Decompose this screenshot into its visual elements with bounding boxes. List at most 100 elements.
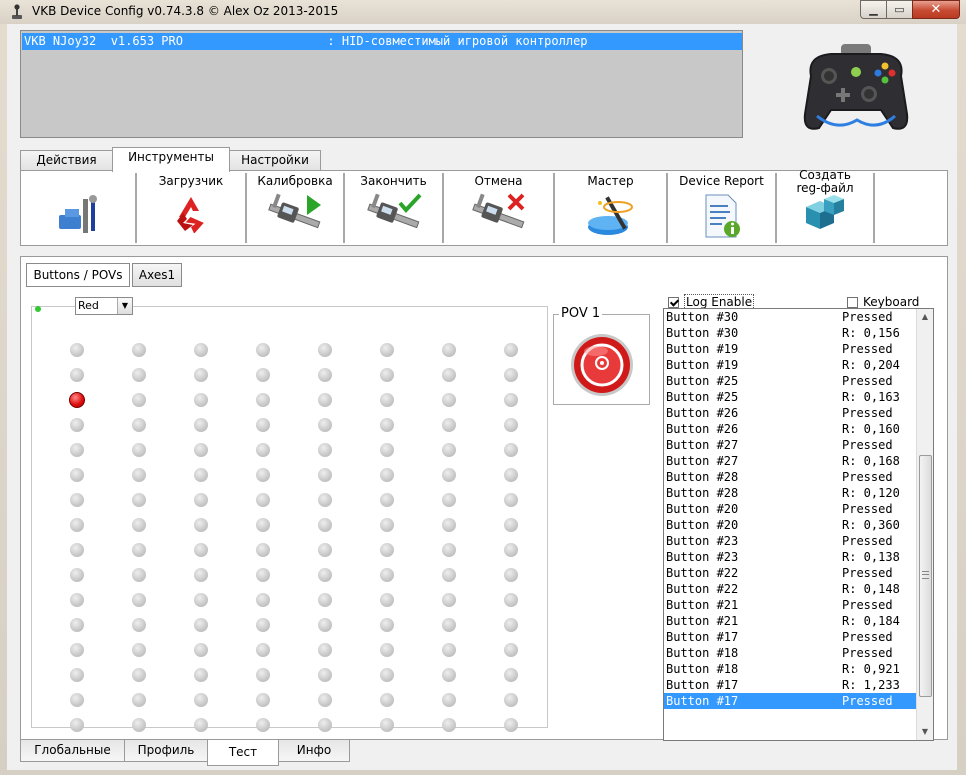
log-row[interactable]: Button #18 R: 0,921 <box>664 661 919 677</box>
log-row[interactable]: Button #25 R: 0,163 <box>664 389 919 405</box>
create-reg-file-button[interactable]: Создать reg-файл <box>777 169 875 243</box>
calibrate-button[interactable]: Калибровка <box>247 173 345 243</box>
log-row[interactable]: Button #17 R: 1,233 <box>664 677 919 693</box>
device-report-label: Device Report <box>679 174 764 188</box>
button-indicator <box>504 393 518 407</box>
scroll-thumb[interactable] <box>919 455 932 697</box>
log-row-button: Button #27 <box>666 454 739 468</box>
button-indicator <box>380 468 394 482</box>
registry-icon <box>806 195 844 229</box>
log-row[interactable]: Button #20 Pressed <box>664 501 919 517</box>
tab-profile[interactable]: Профиль <box>124 740 208 762</box>
log-row-button: Button #18 <box>666 646 739 660</box>
cancel-button[interactable]: Отмена <box>444 173 555 243</box>
log-scrollbar[interactable]: ▲ ▼ <box>916 309 933 740</box>
finish-button[interactable]: Закончить <box>345 173 444 243</box>
wizard-button[interactable]: Мастер <box>555 173 668 243</box>
pov-label: POV 1 <box>559 306 603 321</box>
log-row[interactable]: Button #18 Pressed <box>664 645 919 661</box>
button-indicator <box>504 468 518 482</box>
log-row-button: Button #26 <box>666 422 739 436</box>
log-row[interactable]: Button #26 R: 0,160 <box>664 421 919 437</box>
log-row-event: Pressed <box>842 598 893 612</box>
log-row[interactable]: Button #25 Pressed <box>664 373 919 389</box>
device-report-button[interactable]: Device Report <box>668 173 777 243</box>
button-indicator <box>70 343 84 357</box>
button-indicator <box>132 593 146 607</box>
device-row[interactable]: VKB NJoy32 v1.653 PRO : HID-совместимый … <box>22 33 742 50</box>
button-indicator <box>256 518 270 532</box>
log-row[interactable]: Button #21 Pressed <box>664 597 919 613</box>
gamepad-icon <box>803 44 909 130</box>
button-indicator <box>132 518 146 532</box>
log-row[interactable]: Button #27 R: 0,168 <box>664 453 919 469</box>
tab-axes1[interactable]: Axes1 <box>132 263 182 287</box>
title-bar[interactable]: VKB Device Config v0.74.3.8 © Alex Oz 20… <box>0 0 966 24</box>
button-indicator <box>70 543 84 557</box>
button-indicator <box>504 418 518 432</box>
scroll-up-icon[interactable]: ▲ <box>917 309 933 325</box>
button-indicator <box>318 568 332 582</box>
log-row-button: Button #21 <box>666 614 739 628</box>
button-indicator <box>442 543 456 557</box>
log-row[interactable]: Button #28 Pressed <box>664 469 919 485</box>
tab-tools[interactable]: Инструменты <box>112 147 230 172</box>
close-button[interactable]: ✕ <box>912 0 960 19</box>
log-row[interactable]: Button #19 Pressed <box>664 341 919 357</box>
loader-button[interactable]: Загрузчик <box>137 173 247 243</box>
chevron-down-icon: ▼ <box>117 298 132 314</box>
led-color-select[interactable]: Red ▼ <box>75 297 133 315</box>
button-indicator <box>256 643 270 657</box>
minimize-button[interactable]: ▁ <box>860 0 887 19</box>
log-row-event: Pressed <box>842 470 893 484</box>
button-indicator <box>380 393 394 407</box>
log-row[interactable]: Button #17 Pressed <box>664 693 919 709</box>
button-indicator <box>442 718 456 732</box>
button-indicator <box>504 718 518 732</box>
close-icon: ✕ <box>930 2 942 17</box>
button-indicator <box>194 543 208 557</box>
wizard-icon <box>587 196 633 235</box>
log-row[interactable]: Button #20 R: 0,360 <box>664 517 919 533</box>
log-row[interactable]: Button #27 Pressed <box>664 437 919 453</box>
button-indicator <box>442 468 456 482</box>
log-row-event: R: 1,233 <box>842 678 900 692</box>
button-indicator <box>70 718 84 732</box>
tab-actions[interactable]: Действия <box>20 150 113 171</box>
button-indicator <box>318 618 332 632</box>
tab-info[interactable]: Инфо <box>278 740 350 762</box>
log-row-button: Button #19 <box>666 342 739 356</box>
log-row[interactable]: Button #30 R: 0,156 <box>664 325 919 341</box>
caption-buttons: ▁ ▭ ✕ <box>860 0 964 20</box>
log-enable-checkbox[interactable]: Log Enable <box>668 294 755 310</box>
log-row[interactable]: Button #28 R: 0,120 <box>664 485 919 501</box>
maximize-button[interactable]: ▭ <box>886 0 913 19</box>
tools-button[interactable] <box>23 173 137 243</box>
log-row[interactable]: Button #23 R: 0,138 <box>664 549 919 565</box>
tab-settings[interactable]: Настройки <box>229 150 321 171</box>
log-row[interactable]: Button #21 R: 0,184 <box>664 613 919 629</box>
event-log-list[interactable]: Button #30 Pressed Button #30 R: 0,156 Butto… <box>663 308 934 741</box>
log-row[interactable]: Button #22 R: 0,148 <box>664 581 919 597</box>
keyboard-label: Keyboard <box>863 295 920 309</box>
log-row-event: R: 0,148 <box>842 582 900 596</box>
keyboard-checkbox[interactable]: Keyboard <box>847 295 919 309</box>
tab-buttons-povs[interactable]: Buttons / POVs <box>26 263 130 287</box>
log-row-event: R: 0,163 <box>842 390 900 404</box>
scroll-down-icon[interactable]: ▼ <box>917 724 933 740</box>
log-row[interactable]: Button #22 Pressed <box>664 565 919 581</box>
log-row-button: Button #25 <box>666 374 739 388</box>
tab-global[interactable]: Глобальные <box>20 740 125 762</box>
log-row[interactable]: Button #26 Pressed <box>664 405 919 421</box>
device-list[interactable]: VKB NJoy32 v1.653 PRO : HID-совместимый … <box>20 30 743 138</box>
log-row-button: Button #17 <box>666 630 739 644</box>
log-row[interactable]: Button #17 Pressed <box>664 629 919 645</box>
log-row[interactable]: Button #23 Pressed <box>664 533 919 549</box>
button-indicator <box>318 593 332 607</box>
button-indicator <box>194 468 208 482</box>
wizard-label: Мастер <box>587 174 634 188</box>
log-row-button: Button #22 <box>666 566 739 580</box>
tab-test[interactable]: Тест <box>207 740 279 766</box>
log-row[interactable]: Button #30 Pressed <box>664 309 919 325</box>
log-row[interactable]: Button #19 R: 0,204 <box>664 357 919 373</box>
